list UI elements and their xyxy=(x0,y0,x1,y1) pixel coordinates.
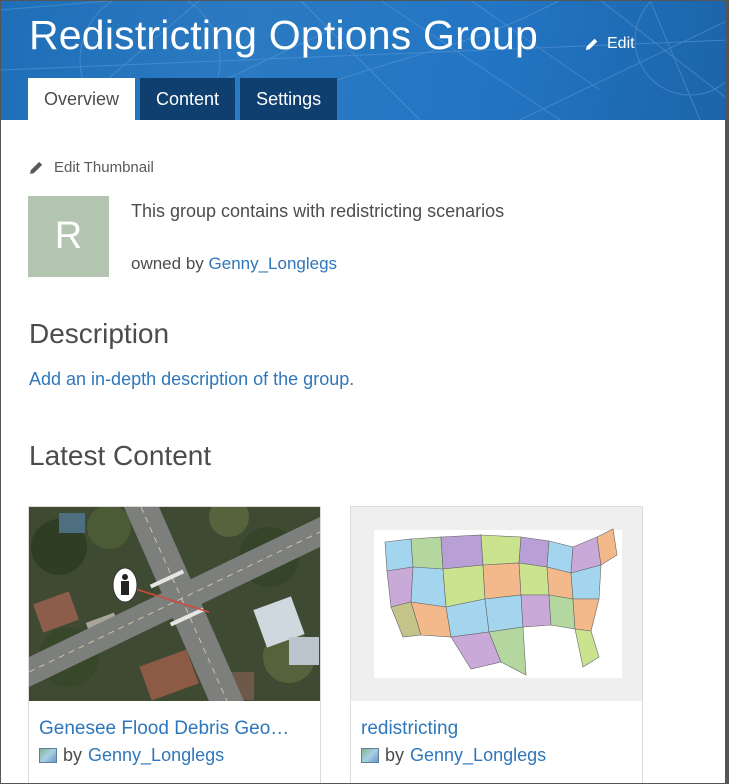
tab-settings[interactable]: Settings xyxy=(240,78,338,120)
owner-link[interactable]: Genny_Longlegs xyxy=(410,745,546,766)
owner-link[interactable]: Genny_Longlegs xyxy=(209,254,338,273)
by-prefix: by xyxy=(385,745,405,765)
us-map-thumbnail[interactable] xyxy=(351,507,642,701)
pencil-icon xyxy=(30,161,43,174)
edit-thumbnail-button[interactable]: Edit Thumbnail xyxy=(29,159,154,176)
latest-content-heading: Latest Content xyxy=(29,440,212,471)
tab-content[interactable]: Content xyxy=(140,78,236,120)
content-byline: by Genny_Longlegs xyxy=(39,745,224,766)
aerial-image xyxy=(29,507,320,701)
aerial-imagery-thumbnail[interactable] xyxy=(29,507,320,701)
content-byline: by Genny_Longlegs xyxy=(361,745,546,766)
us-map-image xyxy=(374,528,622,678)
description-heading: Description xyxy=(29,318,170,349)
thumbnail-letter: R xyxy=(54,215,83,257)
content-title-link[interactable]: redistricting xyxy=(361,718,636,740)
group-tabs: Overview Content Settings xyxy=(28,78,338,120)
edit-group-button[interactable]: Edit xyxy=(585,35,635,53)
add-description-link[interactable]: Add an in-depth description of the group… xyxy=(29,369,354,390)
pencil-icon xyxy=(586,38,598,50)
page-title: Redistricting Options Group xyxy=(29,12,539,58)
tab-overview[interactable]: Overview xyxy=(28,78,136,120)
content-card[interactable]: Genesee Flood Debris Geo… by Genny_Longl… xyxy=(28,506,321,784)
web-map-icon xyxy=(39,748,57,763)
content-card[interactable]: redistricting by Genny_Longlegs xyxy=(350,506,643,784)
owner-link[interactable]: Genny_Longlegs xyxy=(88,745,224,766)
content-title-link[interactable]: Genesee Flood Debris Geo… xyxy=(39,718,314,740)
owned-by-line: owned by Genny_Longlegs xyxy=(131,254,337,274)
owned-by-prefix: owned by xyxy=(131,254,204,273)
edit-label: Edit xyxy=(607,35,635,52)
edit-thumbnail-label: Edit Thumbnail xyxy=(54,159,154,176)
group-header-banner: Redistricting Options Group Edit Overvie… xyxy=(0,0,729,120)
group-thumbnail: R xyxy=(28,196,109,277)
by-prefix: by xyxy=(63,745,83,765)
web-map-icon xyxy=(361,748,379,763)
group-summary: This group contains with redistricting s… xyxy=(131,201,505,221)
